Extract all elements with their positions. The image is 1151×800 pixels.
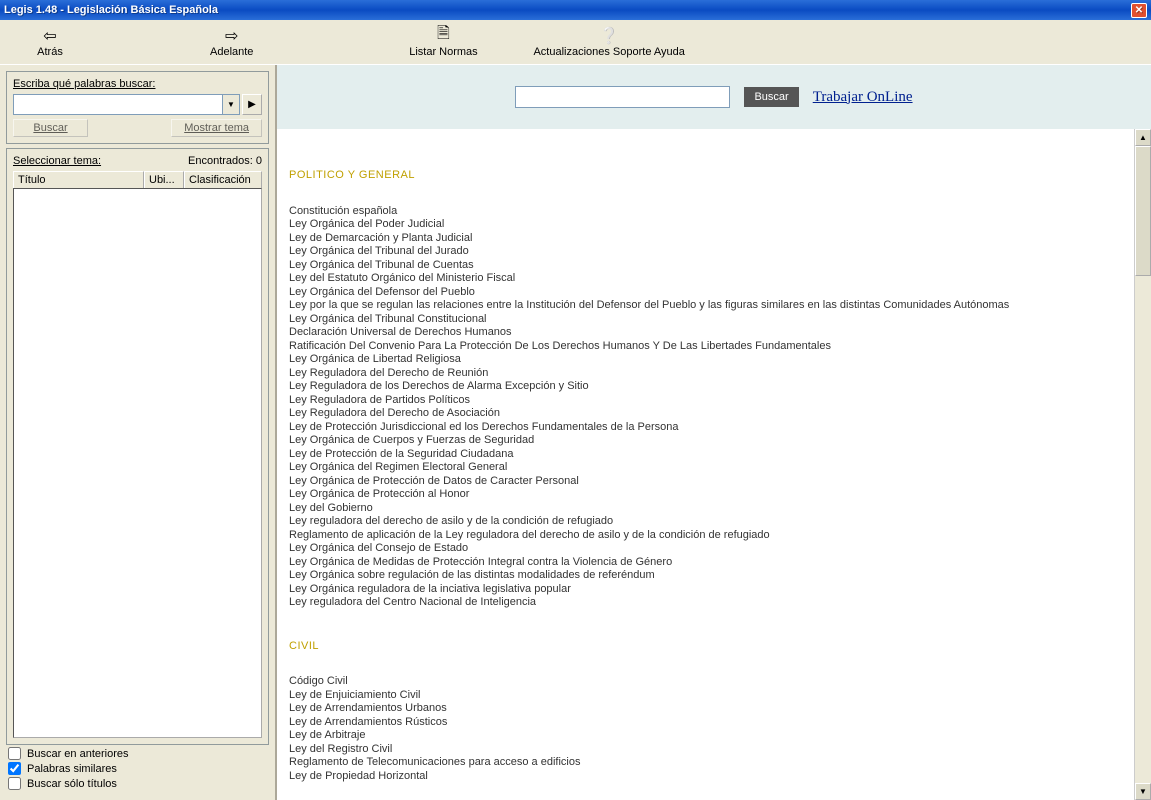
law-link[interactable]: Ley del Registro Civil [289,743,1128,757]
scroll-up-icon[interactable]: ▲ [1135,129,1151,146]
help-icon: ❔ [599,27,619,45]
col-ubi[interactable]: Ubi... [144,171,184,189]
law-link[interactable]: Declaración Universal de Derechos Humano… [289,326,1128,340]
scroll-down-icon[interactable]: ▼ [1135,783,1151,800]
top-search-input[interactable] [515,86,730,108]
law-link[interactable]: Ley de Protección Jurisdiccional ed los … [289,421,1128,435]
law-link[interactable]: Ley de Enjuiciamiento Civil [289,689,1128,703]
law-link[interactable]: Ley Reguladora del Derecho de Reunión [289,367,1128,381]
law-link[interactable]: Reglamento de Telecomunicaciones para ac… [289,756,1128,770]
law-link[interactable]: Código Civil [289,675,1128,689]
law-link[interactable]: Ley de Protección de la Seguridad Ciudad… [289,448,1128,462]
close-icon[interactable]: ✕ [1131,3,1147,18]
top-search-bar: Buscar Trabajar OnLine [277,65,1151,129]
law-link[interactable]: Ley Orgánica de Protección al Honor [289,488,1128,502]
search-label: Escriba qué palabras buscar: [13,78,262,90]
law-link[interactable]: Ley de Propiedad Horizontal [289,770,1128,784]
toolbar: ⇦ Atrás ⇨ Adelante 🗎 Listar Normas ❔ Act… [0,20,1151,65]
law-link[interactable]: Ratificación Del Convenio Para La Protec… [289,340,1128,354]
law-link[interactable]: Ley del Estatuto Orgánico del Ministerio… [289,272,1128,286]
trabajar-online-link[interactable]: Trabajar OnLine [813,89,913,106]
col-titulo[interactable]: Título [13,171,144,189]
law-link[interactable]: Ley Orgánica de Medidas de Protección In… [289,556,1128,570]
search-input[interactable] [14,95,222,114]
select-tema-label: Seleccionar tema: [13,155,101,167]
search-combo[interactable]: ▼ [13,94,240,115]
law-link[interactable]: Ley Orgánica del Regimen Electoral Gener… [289,461,1128,475]
law-link[interactable]: Ley Orgánica de Cuerpos y Fuerzas de Seg… [289,434,1128,448]
window-title: Legis 1.48 - Legislación Básica Española [4,4,1131,16]
law-link[interactable]: Ley de Arbitraje [289,729,1128,743]
encontrados-label: Encontrados: 0 [188,155,262,167]
law-link[interactable]: Ley Orgánica del Consejo de Estado [289,542,1128,556]
law-link[interactable]: Ley Reguladora de los Derechos de Alarma… [289,380,1128,394]
top-buscar-button[interactable]: Buscar [744,87,798,107]
list-normas-button[interactable]: 🗎 Listar Normas [383,25,503,60]
law-link[interactable]: Constitución española [289,205,1128,219]
law-link[interactable]: Ley Orgánica del Tribunal de Cuentas [289,259,1128,273]
document-view[interactable]: POLITICO Y GENERAL Constitución española… [277,129,1134,800]
chk-similares[interactable] [8,762,21,775]
law-link[interactable]: Reglamento de aplicación de la Ley regul… [289,529,1128,543]
law-link[interactable]: Ley de Arrendamientos Rústicos [289,716,1128,730]
result-list[interactable] [13,188,262,738]
law-link[interactable]: Ley reguladora del Centro Nacional de In… [289,596,1128,610]
law-link[interactable]: Ley reguladora del derecho de asilo y de… [289,515,1128,529]
law-link[interactable]: Ley Orgánica reguladora de la inciativa … [289,583,1128,597]
forward-button[interactable]: ⇨ Adelante [200,25,263,60]
chk-anteriores[interactable] [8,747,21,760]
section-politico: POLITICO Y GENERAL [289,169,1128,183]
updates-button[interactable]: ❔ Actualizaciones Soporte Ayuda [523,25,694,60]
law-link[interactable]: Ley del Gobierno [289,502,1128,516]
law-link[interactable]: Ley de Demarcación y Planta Judicial [289,232,1128,246]
chevron-down-icon[interactable]: ▼ [222,95,239,114]
arrow-left-icon: ⇦ [43,27,56,45]
law-link[interactable]: Ley Orgánica del Poder Judicial [289,218,1128,232]
law-link[interactable]: Ley Orgánica del Tribunal Constitucional [289,313,1128,327]
law-link[interactable]: Ley Reguladora del Derecho de Asociación [289,407,1128,421]
titlebar: Legis 1.48 - Legislación Básica Española… [0,0,1151,20]
scrollbar[interactable]: ▲ ▼ [1134,129,1151,800]
chk-titulos[interactable] [8,777,21,790]
scroll-thumb[interactable] [1135,146,1151,276]
document-icon: 🗎 [437,27,450,45]
law-link[interactable]: Ley por la que se regulan las relaciones… [289,299,1128,313]
law-link[interactable]: Ley Reguladora de Partidos Políticos [289,394,1128,408]
law-link[interactable]: Ley Orgánica sobre regulación de las dis… [289,569,1128,583]
section-civil: CIVIL [289,640,1128,654]
law-link[interactable]: Ley de Arrendamientos Urbanos [289,702,1128,716]
law-link[interactable]: Ley Orgánica del Defensor del Pueblo [289,286,1128,300]
go-button[interactable]: ▶ [242,94,262,115]
law-link[interactable]: Ley Orgánica de Libertad Religiosa [289,353,1128,367]
mostrar-tema-button[interactable]: Mostrar tema [171,119,262,137]
scroll-track[interactable] [1135,276,1151,783]
col-clasificacion[interactable]: Clasificación [184,171,262,189]
sidebar: Escriba qué palabras buscar: ▼ ▶ Buscar … [0,65,275,800]
back-button[interactable]: ⇦ Atrás [20,25,80,60]
law-link[interactable]: Ley Orgánica de Protección de Datos de C… [289,475,1128,489]
arrow-right-icon: ⇨ [225,27,238,45]
buscar-button[interactable]: Buscar [13,119,88,137]
law-link[interactable]: Ley Orgánica del Tribunal del Jurado [289,245,1128,259]
